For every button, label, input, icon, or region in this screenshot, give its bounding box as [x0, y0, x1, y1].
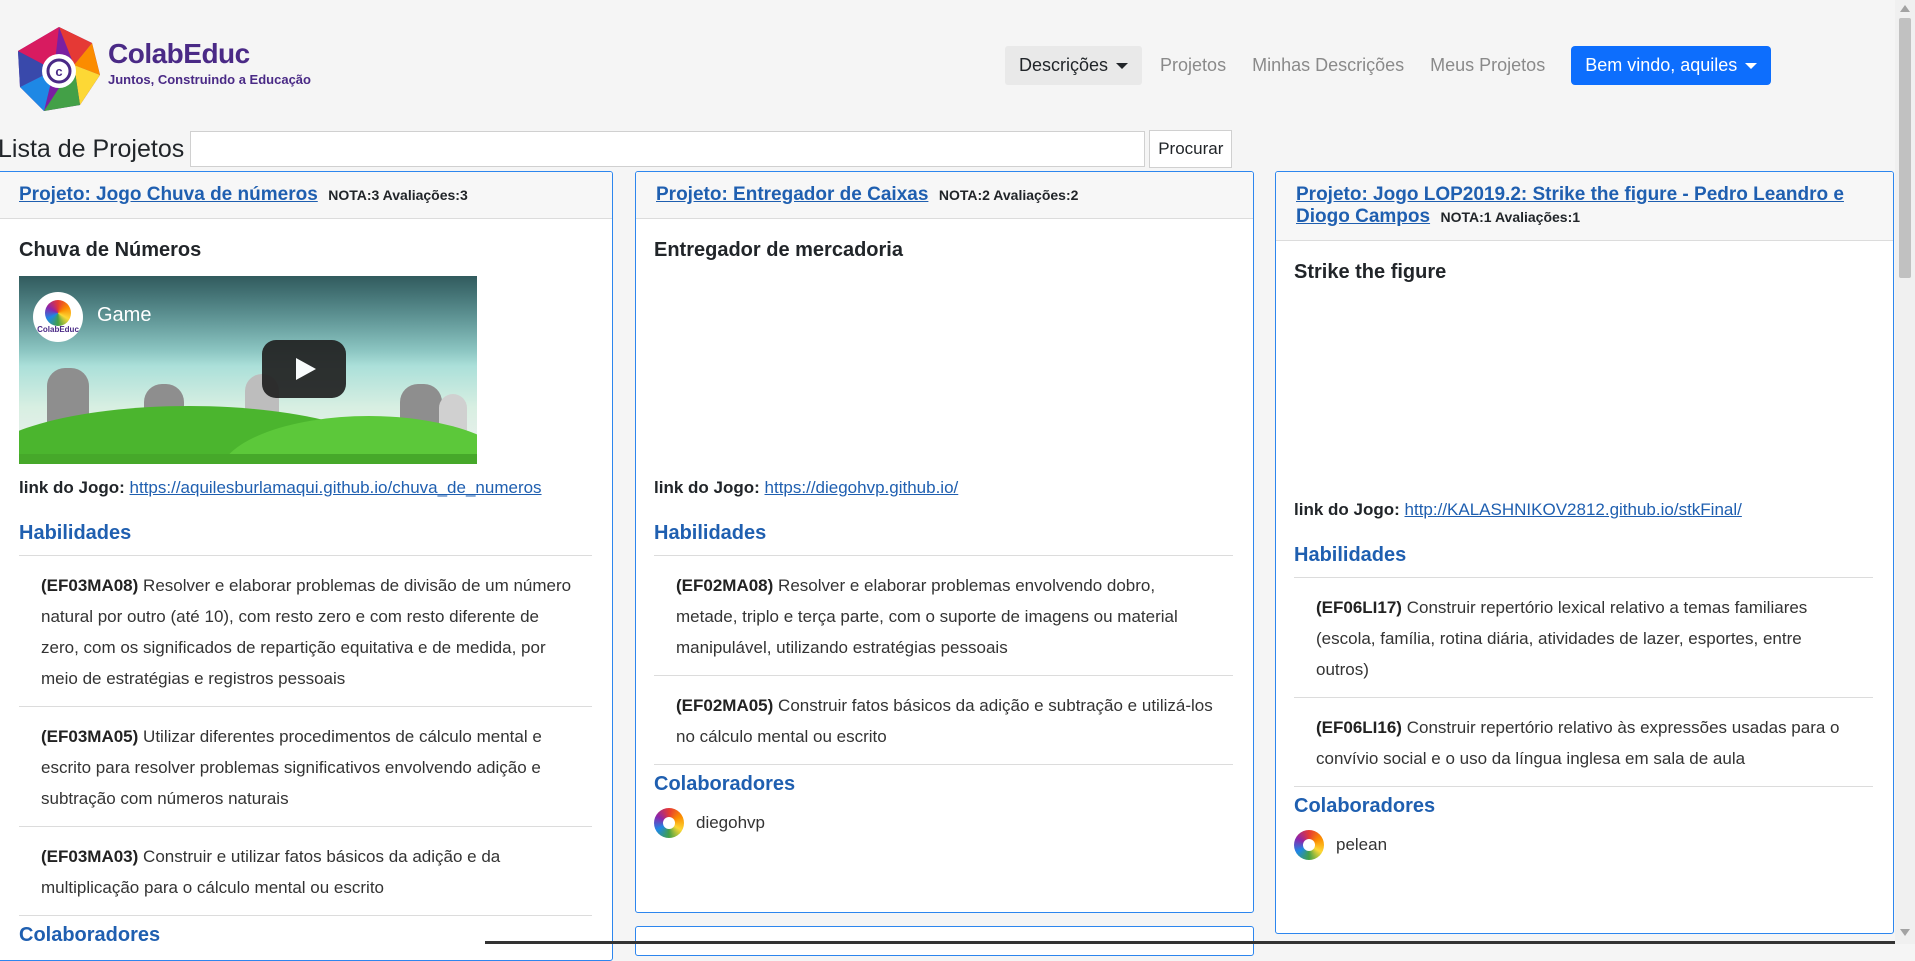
user-menu-label: Bem vindo, aquiles — [1585, 54, 1738, 75]
nav-meus-projetos[interactable]: Meus Projetos — [1430, 55, 1545, 76]
search-label: Lista de Projetos — [0, 134, 185, 163]
channel-avatar-icon[interactable]: ColabEduc — [33, 292, 83, 342]
ground-shape — [19, 454, 477, 464]
habilidade-code: (EF06LI16) — [1316, 718, 1402, 737]
game-link[interactable]: http://KALASHNIKOV2812.github.io/stkFina… — [1405, 500, 1742, 519]
search-input[interactable] — [190, 131, 1146, 167]
game-link[interactable]: https://aquilesburlamaqui.github.io/chuv… — [130, 478, 542, 497]
habilidade-code: (EF06LI17) — [1316, 598, 1402, 617]
habilidade-item: (EF02MA08) Resolver e elaborar problemas… — [654, 556, 1233, 676]
habilidade-code: (EF03MA08) — [41, 576, 139, 595]
game-link-line: link do Jogo: http://KALASHNIKOV2812.git… — [1294, 500, 1873, 520]
svg-text:c: c — [55, 64, 62, 79]
channel-logo-icon — [45, 300, 71, 326]
brand-tagline: Juntos, Construindo a Educação — [108, 72, 311, 87]
habilidades-list: (EF03MA08) Resolver e elaborar problemas… — [19, 555, 592, 916]
nav-minhas-descricoes[interactable]: Minhas Descrições — [1252, 55, 1404, 76]
scroll-up-icon[interactable] — [1900, 5, 1910, 12]
descricoes-dropdown[interactable]: Descrições — [1005, 45, 1143, 85]
project-subtitle: Chuva de Números — [19, 239, 202, 261]
project-rating: NOTA:1 Avaliações:1 — [1440, 209, 1581, 225]
card-header: Projeto: Jogo LOP2019.2: Strike the figu… — [1276, 172, 1893, 241]
habilidades-title: Habilidades — [1294, 544, 1407, 566]
habilidade-code: (EF02MA08) — [676, 576, 774, 595]
project-card: Projeto: Entregador de Caixas NOTA:2 Ava… — [635, 171, 1254, 913]
game-link[interactable]: https://diegohvp.github.io/ — [765, 478, 959, 497]
project-rating: NOTA:3 Avaliações:3 — [328, 187, 468, 203]
habilidade-item: (EF03MA03) Construir e utilizar fatos bá… — [19, 827, 592, 916]
habilidades-title: Habilidades — [654, 522, 767, 544]
card-body: Entregador de mercadoria link do Jogo: h… — [636, 219, 1253, 838]
habilidades-list: (EF02MA08) Resolver e elaborar problemas… — [654, 555, 1233, 765]
video-blank-area — [477, 276, 591, 464]
card-body: Strike the figure link do Jogo: http://K… — [1276, 241, 1893, 860]
colaborador-avatar-icon — [1294, 830, 1324, 860]
more-options-icon[interactable]: · · · — [539, 299, 546, 337]
channel-name: ColabEduc — [37, 325, 79, 334]
video-embed[interactable]: ColabEduc Game · · · — [19, 276, 591, 464]
search-row: Lista de Projetos Procurar — [0, 130, 1233, 168]
scrollbar-thumb[interactable] — [1899, 18, 1911, 278]
colaborador-avatar-icon — [654, 808, 684, 838]
video-thumbnail: ColabEduc Game · · · — [19, 276, 591, 464]
project-title-link[interactable]: Projeto: Jogo Chuva de números — [19, 184, 318, 205]
habilidade-item: (EF02MA05) Construir fatos básicos da ad… — [654, 676, 1233, 765]
card-header: Projeto: Jogo Chuva de números NOTA:3 Av… — [0, 172, 612, 219]
colaboradores-title: Colaboradores — [654, 773, 796, 795]
habilidade-code: (EF03MA03) — [41, 847, 139, 866]
colaborador-name: pelean — [1336, 835, 1388, 854]
colabeduc-logo-icon: c — [18, 27, 100, 111]
project-card: Projeto: Jogo LOP2019.2: Strike the figu… — [1275, 171, 1894, 934]
brand-name: ColabEduc — [108, 38, 250, 69]
habilidade-item: (EF06LI17) Construir repertório lexical … — [1294, 578, 1873, 698]
search-button[interactable]: Procurar — [1149, 130, 1233, 168]
game-link-label: link do Jogo: — [654, 478, 760, 497]
habilidade-item: (EF03MA08) Resolver e elaborar problemas… — [19, 556, 592, 707]
vertical-scrollbar[interactable] — [1895, 0, 1915, 944]
caret-down-icon — [1745, 62, 1758, 69]
project-subtitle: Entregador de mercadoria — [654, 239, 903, 261]
project-subtitle: Strike the figure — [1294, 261, 1447, 283]
card-header: Projeto: Entregador de Caixas NOTA:2 Ava… — [636, 172, 1253, 219]
colaborador-name: diegohvp — [696, 813, 766, 832]
game-embed-area[interactable] — [654, 276, 1226, 464]
project-card: Projeto: Jogo Chuva de números NOTA:3 Av… — [0, 171, 613, 961]
nav-menu: Descrições Projetos Minhas Descrições Me… — [1005, 45, 1772, 85]
user-menu-button[interactable]: Bem vindo, aquiles — [1571, 45, 1772, 85]
colabeduc-logo[interactable]: c ColabEduc Juntos, Construindo a Educaç… — [14, 25, 314, 115]
card-body: Chuva de Números ColabEduc Game · · · li… — [0, 219, 612, 947]
game-embed-area[interactable] — [1294, 298, 1866, 486]
game-link-label: link do Jogo: — [1294, 500, 1400, 519]
game-link-label: link do Jogo: — [19, 478, 125, 497]
colaborador-item[interactable]: diegohvp — [654, 808, 1233, 838]
caret-down-icon — [1116, 62, 1129, 69]
nav-projetos[interactable]: Projetos — [1160, 55, 1226, 76]
habilidades-title: Habilidades — [19, 522, 132, 544]
colaborador-item[interactable]: pelean — [1294, 830, 1873, 860]
project-title-link[interactable]: Projeto: Entregador de Caixas — [656, 184, 928, 205]
colaboradores-title: Colaboradores — [1294, 795, 1436, 817]
habilidade-code: (EF02MA05) — [676, 696, 774, 715]
play-button-icon[interactable] — [262, 340, 346, 398]
game-link-line: link do Jogo: https://aquilesburlamaqui.… — [19, 478, 592, 498]
descricoes-label: Descrições — [1019, 54, 1109, 75]
scroll-down-icon[interactable] — [1900, 929, 1910, 936]
habilidade-item: (EF06LI16) Construir repertório relativo… — [1294, 698, 1873, 787]
game-link-line: link do Jogo: https://diegohvp.github.io… — [654, 478, 1233, 498]
video-title[interactable]: Game — [97, 304, 151, 327]
project-rating: NOTA:2 Avaliações:2 — [938, 187, 1079, 203]
habilidade-code: (EF03MA05) — [41, 727, 139, 746]
navbar: c ColabEduc Juntos, Construindo a Educaç… — [0, 0, 1895, 125]
habilidades-list: (EF06LI17) Construir repertório lexical … — [1294, 577, 1873, 787]
habilidade-item: (EF03MA05) Utilizar diferentes procedime… — [19, 707, 592, 827]
